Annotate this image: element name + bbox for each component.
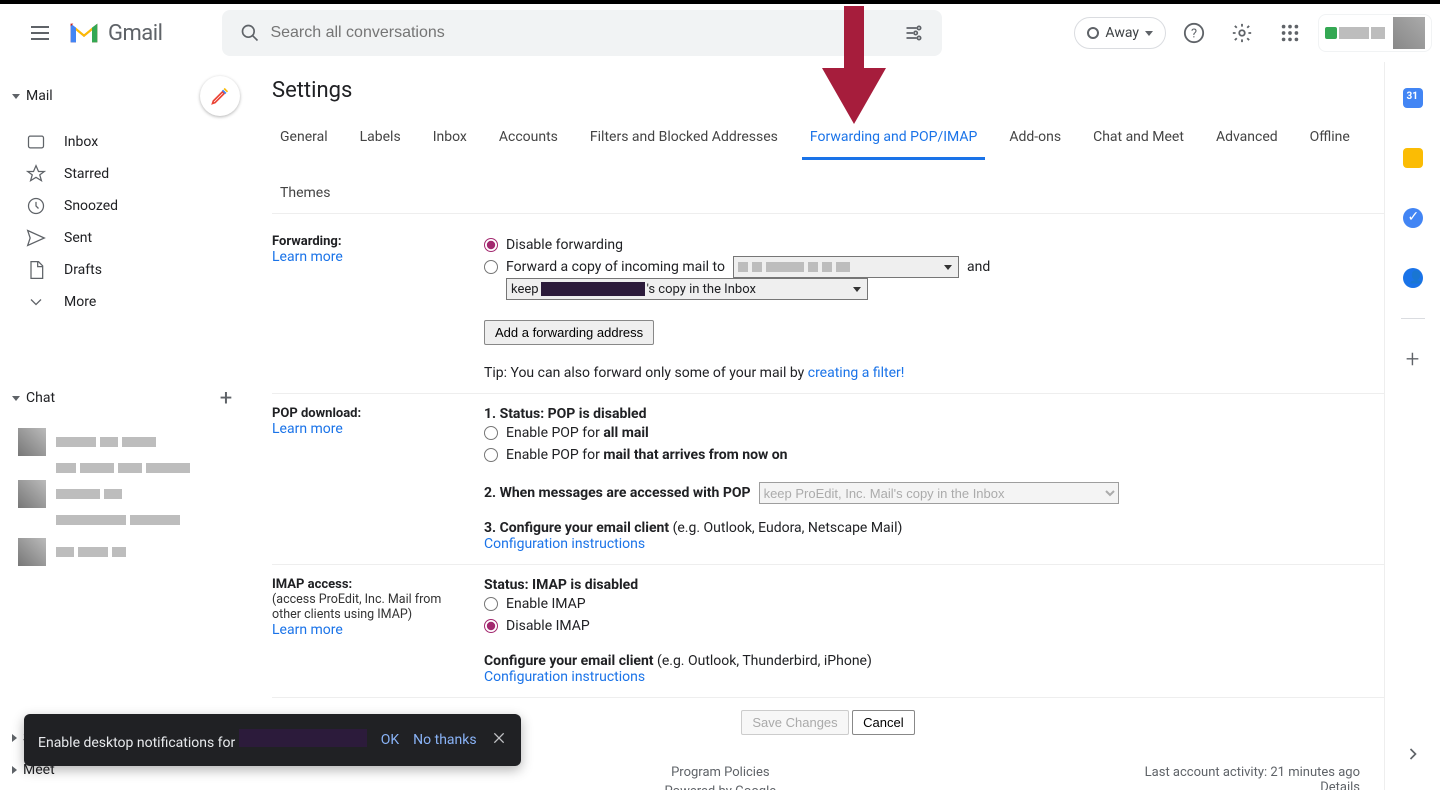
settings-tabs: General Labels Inbox Accounts Filters an… xyxy=(272,119,1384,214)
chat-contact[interactable] xyxy=(18,458,256,478)
chat-section-toggle[interactable]: Chat xyxy=(12,390,55,406)
sidebar-item-inbox[interactable]: Inbox xyxy=(0,126,256,158)
main-menu-button[interactable] xyxy=(16,9,64,57)
pop-action-select[interactable]: keep ProEdit, Inc. Mail's copy in the In… xyxy=(759,482,1119,504)
app-name: Gmail xyxy=(108,21,162,46)
org-logo xyxy=(1325,27,1385,39)
forwarding-heading: Forwarding: xyxy=(272,234,472,249)
keep-app-icon[interactable] xyxy=(1393,138,1433,178)
chat-contact[interactable] xyxy=(18,478,256,510)
tab-labels[interactable]: Labels xyxy=(352,119,409,159)
search-bar[interactable] xyxy=(222,10,942,56)
enable-imap-radio[interactable] xyxy=(484,597,498,611)
forward-action-select[interactable]: keep 's copy in the Inbox xyxy=(506,278,868,300)
pop-heading: POP download: xyxy=(272,406,472,421)
account-switcher[interactable] xyxy=(1318,14,1432,52)
sidebar-item-snoozed[interactable]: Snoozed xyxy=(0,190,256,222)
powered-by-text: Powered by Google xyxy=(665,784,777,790)
calendar-app-icon[interactable]: 31 xyxy=(1393,78,1433,118)
gmail-logo[interactable]: Gmail xyxy=(68,21,162,46)
main-content: Settings General Labels Inbox Accounts F… xyxy=(256,62,1384,790)
chat-contact[interactable] xyxy=(18,510,256,530)
tab-accounts[interactable]: Accounts xyxy=(491,119,566,159)
imap-section: IMAP access: (access ProEdit, Inc. Mail … xyxy=(272,565,1384,698)
notification-toast: Enable desktop notifications for OK No t… xyxy=(24,714,521,766)
search-input[interactable] xyxy=(270,24,894,42)
last-activity-text: Last account activity: 21 minutes ago xyxy=(1145,765,1360,780)
cancel-button[interactable]: Cancel xyxy=(852,710,914,735)
settings-button[interactable] xyxy=(1222,13,1262,53)
search-icon xyxy=(230,23,270,43)
disable-imap-radio[interactable] xyxy=(484,619,498,633)
side-panel: 31 ✓ 👤 + xyxy=(1384,62,1440,790)
pop-section: POP download: Learn more 1. Status: POP … xyxy=(272,394,1384,565)
hide-side-panel-button[interactable] xyxy=(1393,734,1433,774)
chevron-down-icon xyxy=(12,94,20,99)
mail-section-toggle[interactable]: Mail xyxy=(12,88,53,104)
status-selector[interactable]: Away xyxy=(1074,17,1166,49)
sidebar-item-more[interactable]: More xyxy=(0,286,256,318)
sidebar-item-sent[interactable]: Sent xyxy=(0,222,256,254)
imap-config-instructions-link[interactable]: Configuration instructions xyxy=(484,669,645,685)
contacts-app-icon[interactable]: 👤 xyxy=(1393,258,1433,298)
toast-close-button[interactable] xyxy=(491,730,507,750)
tab-general[interactable]: General xyxy=(272,119,336,159)
tab-addons[interactable]: Add-ons xyxy=(1001,119,1069,159)
pop-from-now-radio[interactable] xyxy=(484,448,498,462)
forwarding-learn-more-link[interactable]: Learn more xyxy=(272,249,343,265)
details-link[interactable]: Details xyxy=(1320,780,1360,790)
toast-no-thanks-button[interactable]: No thanks xyxy=(413,732,476,748)
imap-learn-more-link[interactable]: Learn more xyxy=(272,622,343,638)
chevron-down-icon xyxy=(1145,31,1153,36)
tab-forwarding-pop-imap[interactable]: Forwarding and POP/IMAP xyxy=(802,119,985,160)
save-changes-button[interactable]: Save Changes xyxy=(741,710,848,735)
svg-text:?: ? xyxy=(1191,27,1197,42)
chat-contact[interactable] xyxy=(18,426,256,458)
chat-contact[interactable] xyxy=(18,536,256,568)
get-addons-button[interactable]: + xyxy=(1393,339,1433,379)
pop-learn-more-link[interactable]: Learn more xyxy=(272,421,343,437)
create-filter-link[interactable]: creating a filter! xyxy=(808,365,905,381)
page-title: Settings xyxy=(272,74,1384,119)
forward-address-select[interactable] xyxy=(733,256,959,278)
pop-config-instructions-link[interactable]: Configuration instructions xyxy=(484,536,645,552)
tasks-app-icon[interactable]: ✓ xyxy=(1393,198,1433,238)
program-policies-link[interactable]: Program Policies xyxy=(671,765,769,780)
tab-themes[interactable]: Themes xyxy=(272,175,338,213)
tab-filters[interactable]: Filters and Blocked Addresses xyxy=(582,119,786,159)
google-apps-button[interactable] xyxy=(1270,13,1310,53)
forwarding-section: Forwarding: Learn more Disable forwardin… xyxy=(272,222,1384,394)
new-chat-button[interactable]: + xyxy=(212,384,240,412)
toast-ok-button[interactable]: OK xyxy=(381,732,399,748)
tab-chat-meet[interactable]: Chat and Meet xyxy=(1085,119,1192,159)
search-options-icon[interactable] xyxy=(894,23,934,43)
profile-avatar[interactable] xyxy=(1393,17,1425,49)
header: Gmail Away ? xyxy=(0,4,1440,62)
sidebar-item-starred[interactable]: Starred xyxy=(0,158,256,190)
sidebar-item-drafts[interactable]: Drafts xyxy=(0,254,256,286)
pop-all-mail-radio[interactable] xyxy=(484,426,498,440)
status-label: Away xyxy=(1105,25,1139,41)
add-forwarding-address-button[interactable]: Add a forwarding address xyxy=(484,320,654,345)
tab-inbox[interactable]: Inbox xyxy=(425,119,475,159)
imap-subtext: (access ProEdit, Inc. Mail from other cl… xyxy=(272,592,472,622)
sidebar: Mail Inbox Starred Snoozed Sent Drafts M… xyxy=(0,62,256,790)
redacted-account xyxy=(239,729,367,747)
tab-advanced[interactable]: Advanced xyxy=(1208,119,1286,159)
tab-offline[interactable]: Offline xyxy=(1302,119,1358,159)
status-away-icon xyxy=(1087,27,1099,39)
support-button[interactable]: ? xyxy=(1174,13,1214,53)
imap-heading: IMAP access: xyxy=(272,577,472,592)
disable-forwarding-radio[interactable] xyxy=(484,238,498,252)
compose-button[interactable] xyxy=(200,76,240,116)
forward-copy-radio[interactable] xyxy=(484,260,498,274)
